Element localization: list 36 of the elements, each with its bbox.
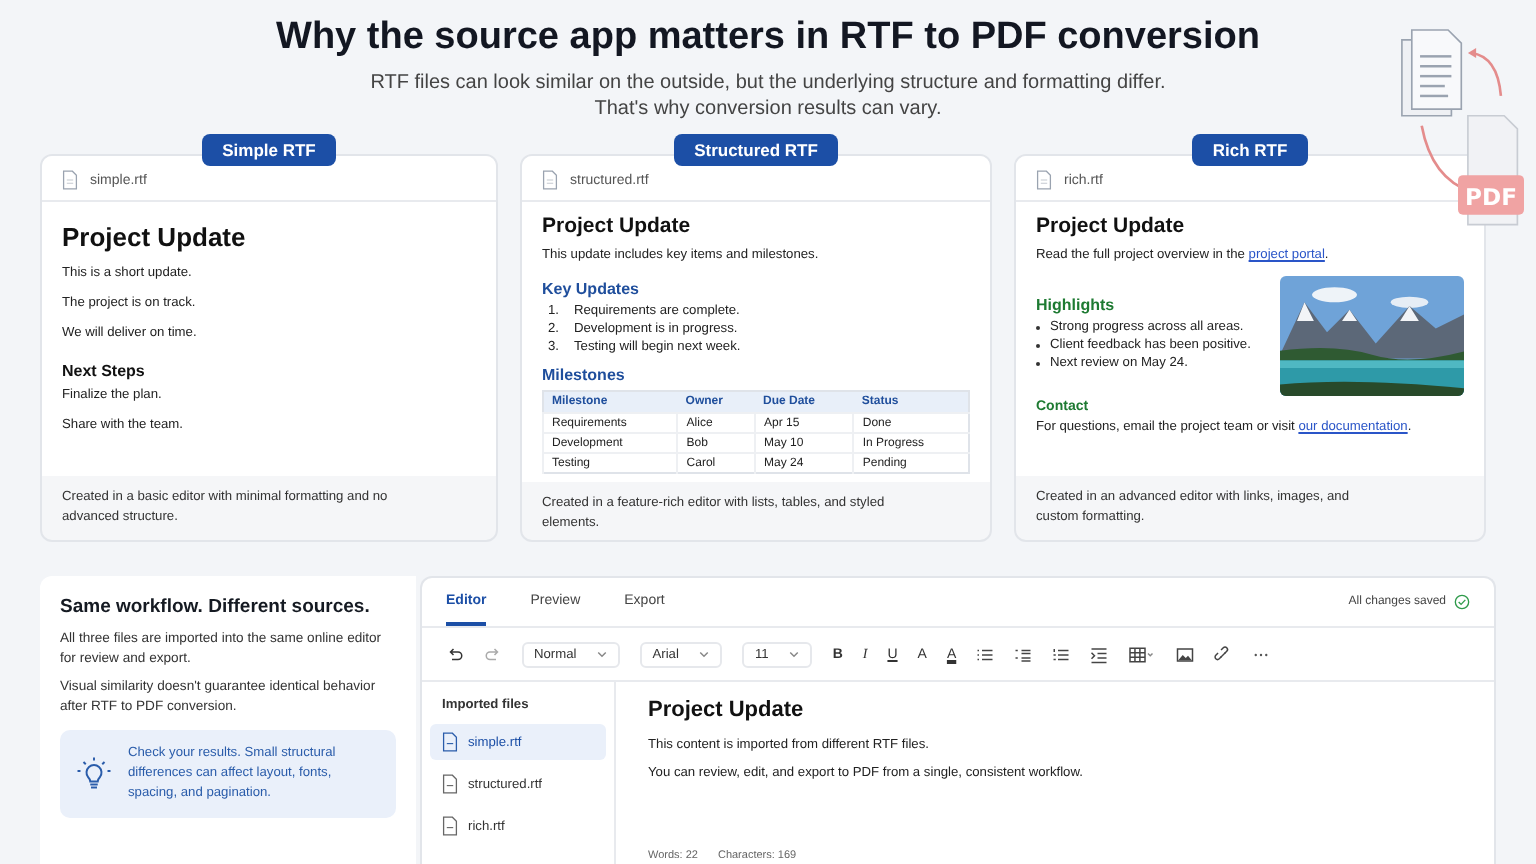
file-icon (62, 170, 78, 190)
page-title: Why the source app matters in RTF to PDF conversion (276, 16, 1260, 60)
numbered-list-icon[interactable] (1052, 645, 1071, 663)
undo-icon[interactable] (446, 645, 464, 663)
list-icon[interactable] (1014, 645, 1033, 663)
table-icon[interactable] (1128, 645, 1157, 663)
chevron-down-icon (698, 648, 711, 660)
panel-title: Same workflow. Different sources. (60, 596, 372, 618)
file-icon (1036, 170, 1052, 190)
section-heading: Key Updates (542, 280, 641, 298)
document-title: Project Update (542, 214, 693, 238)
pdf-label: PDF (1465, 182, 1517, 211)
document-stack-icon (1401, 29, 1463, 117)
section-heading: Milestones (542, 366, 627, 384)
subtitle: RTF files can look similar on the outside, but the underlying structure and formatting differ. (370, 70, 1166, 96)
chevron-down-icon (788, 648, 801, 660)
bullet-list-icon[interactable] (976, 645, 995, 663)
section-heading: Highlights (1036, 296, 1117, 314)
card-label: Structured RTF (674, 134, 838, 166)
document-title: Project Update (62, 222, 248, 252)
subtitle: That's why conversion results can vary. (594, 96, 942, 122)
document-title: Project Update (1036, 214, 1187, 238)
card-label: Rich RTF (1192, 134, 1308, 166)
file-icon (442, 732, 458, 752)
lightbulb-icon (76, 754, 112, 794)
link-icon[interactable] (1214, 645, 1233, 663)
check-circle-icon (1454, 594, 1470, 610)
indent-icon[interactable] (1090, 645, 1109, 663)
image-icon[interactable] (1176, 645, 1195, 663)
section-heading: Next Steps (62, 362, 147, 380)
document-title: Project Update (648, 698, 806, 722)
chevron-down-icon (596, 648, 609, 660)
file-icon (442, 816, 458, 836)
file-icon (442, 774, 458, 794)
file-icon (542, 170, 558, 190)
card-label: Simple RTF (202, 134, 336, 166)
